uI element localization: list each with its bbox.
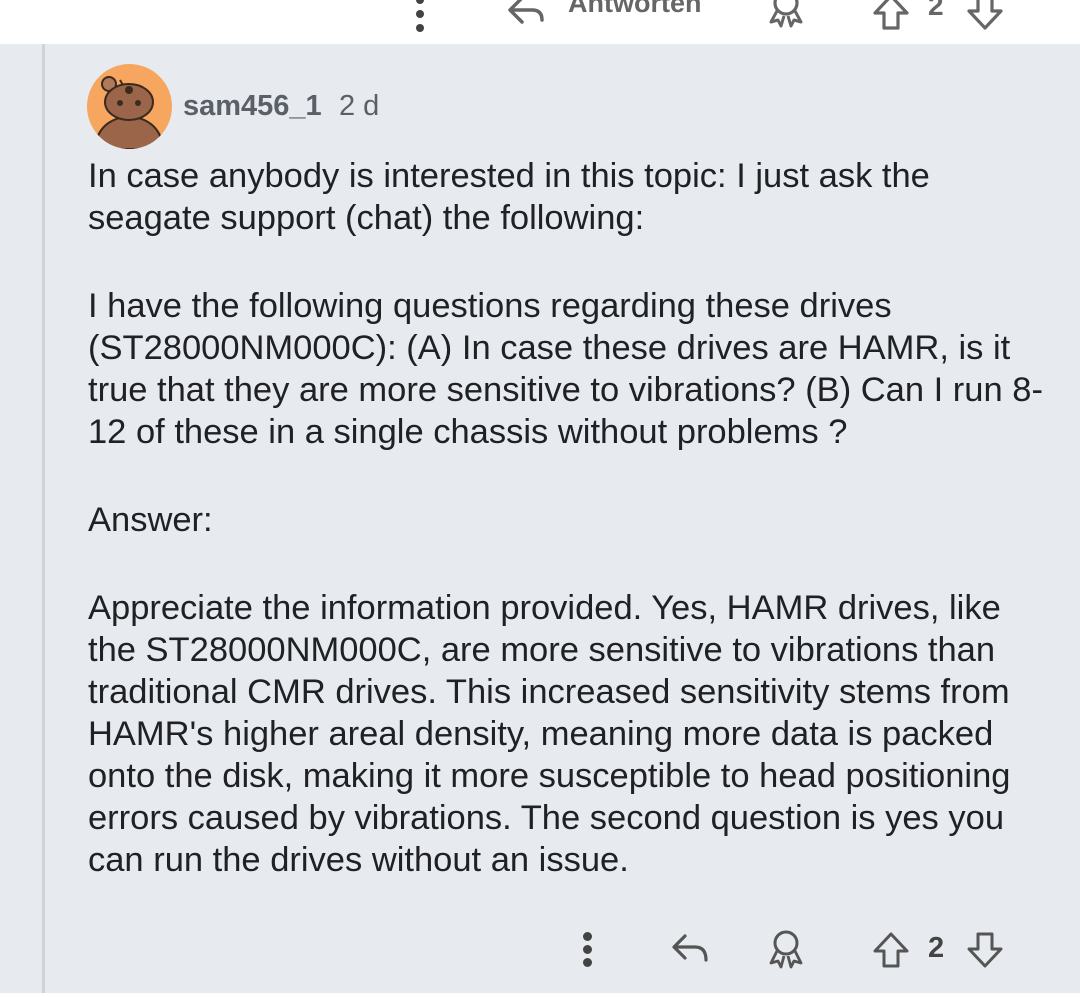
comment-paragraph: I have the following questions regarding… xyxy=(88,287,1043,451)
vote-count: 2 xyxy=(928,0,944,21)
snoo-avatar-icon xyxy=(93,76,165,149)
more-icon[interactable] xyxy=(583,932,593,971)
comment-age: 2 d xyxy=(339,90,380,122)
upvote-icon[interactable] xyxy=(872,930,910,970)
comment-paragraph: In case anybody is interested in this to… xyxy=(88,157,930,237)
divider xyxy=(0,993,1080,997)
award-icon[interactable] xyxy=(766,0,806,28)
award-icon[interactable] xyxy=(766,928,806,970)
downvote-icon[interactable] xyxy=(966,930,1004,970)
upvote-icon[interactable] xyxy=(872,0,910,32)
reply-icon[interactable] xyxy=(670,930,710,966)
avatar[interactable] xyxy=(87,64,172,149)
username[interactable]: sam456_1 xyxy=(183,90,322,123)
previous-comment-actions: Antworten 2 xyxy=(0,0,1080,44)
thread-line[interactable] xyxy=(42,44,45,994)
reply-icon[interactable] xyxy=(506,0,546,24)
downvote-icon[interactable] xyxy=(966,0,1004,32)
comment-body: In case anybody is interested in this to… xyxy=(88,155,1048,927)
comment-paragraph: Appreciate the information provided. Yes… xyxy=(88,589,1011,879)
comment-paragraph: Answer: xyxy=(88,501,213,539)
comment-actions: 2 xyxy=(0,920,1080,980)
reply-button[interactable]: Antworten xyxy=(568,0,701,19)
more-icon[interactable] xyxy=(416,0,426,38)
vote-count: 2 xyxy=(928,932,945,964)
